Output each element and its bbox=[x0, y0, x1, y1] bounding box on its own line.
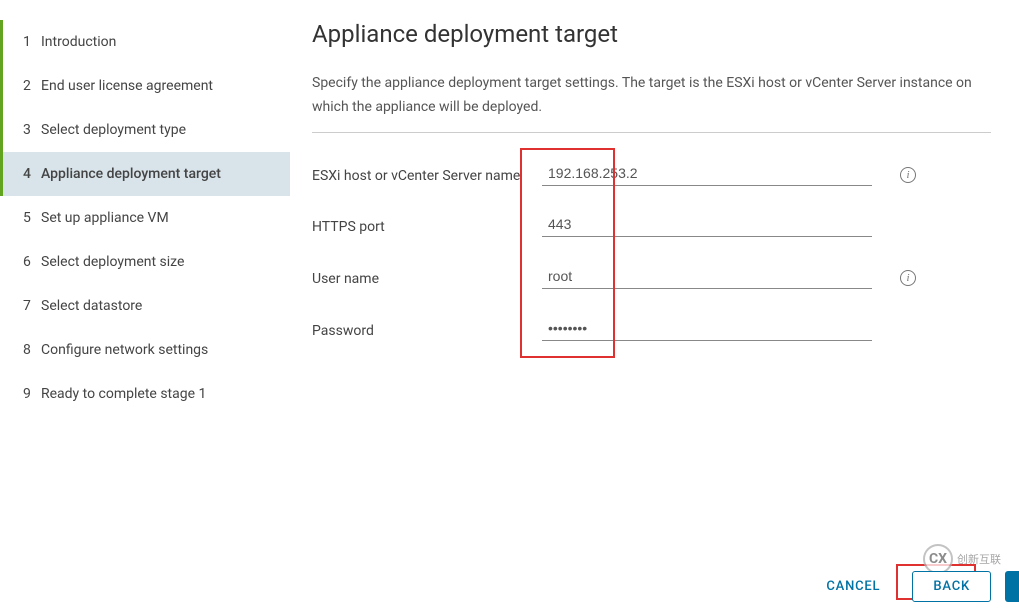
step-label: Ready to complete stage 1 bbox=[41, 386, 206, 402]
sidebar-item-deployment-size[interactable]: 6 Select deployment size bbox=[0, 240, 290, 284]
step-number: 1 bbox=[23, 34, 41, 50]
label-user: User name bbox=[312, 264, 542, 292]
step-label: Configure network settings bbox=[41, 342, 208, 358]
main-content: Appliance deployment target Specify the … bbox=[290, 0, 1019, 614]
step-number: 6 bbox=[23, 254, 41, 270]
info-icon[interactable]: i bbox=[900, 270, 916, 286]
next-button[interactable]: NEXT bbox=[1005, 571, 1019, 602]
footer-actions: CANCEL BACK NEXT bbox=[812, 571, 991, 602]
input-port[interactable] bbox=[542, 212, 872, 237]
step-number: 2 bbox=[23, 78, 41, 94]
sidebar-item-eula[interactable]: 2 End user license agreement bbox=[0, 64, 290, 108]
sidebar-item-datastore[interactable]: 7 Select datastore bbox=[0, 284, 290, 328]
form-row-host: ESXi host or vCenter Server name i bbox=[312, 161, 991, 189]
sidebar-item-introduction[interactable]: 1 Introduction bbox=[0, 20, 290, 64]
form-row-password: Password bbox=[312, 316, 991, 344]
step-label: Appliance deployment target bbox=[41, 166, 221, 182]
back-button[interactable]: BACK bbox=[912, 571, 991, 602]
step-number: 3 bbox=[23, 122, 41, 138]
form-row-user: User name i bbox=[312, 264, 991, 292]
step-label: Set up appliance VM bbox=[41, 210, 169, 226]
input-password[interactable] bbox=[542, 316, 872, 341]
step-number: 8 bbox=[23, 342, 41, 358]
step-number: 5 bbox=[23, 210, 41, 226]
step-label: Select deployment type bbox=[41, 122, 186, 138]
wizard-sidebar: 1 Introduction 2 End user license agreem… bbox=[0, 0, 290, 614]
input-user[interactable] bbox=[542, 264, 872, 289]
watermark-text: 创新互联 bbox=[957, 554, 1001, 565]
sidebar-item-appliance-vm[interactable]: 5 Set up appliance VM bbox=[0, 196, 290, 240]
sidebar-item-network-settings[interactable]: 8 Configure network settings bbox=[0, 328, 290, 372]
step-number: 4 bbox=[23, 166, 41, 182]
form-row-port: HTTPS port bbox=[312, 212, 991, 240]
sidebar-item-deployment-type[interactable]: 3 Select deployment type bbox=[0, 108, 290, 152]
watermark: CX 创新互联 bbox=[923, 544, 1001, 574]
step-label: Introduction bbox=[41, 34, 116, 50]
page-title: Appliance deployment target bbox=[312, 20, 991, 48]
step-label: Select deployment size bbox=[41, 254, 184, 270]
info-icon[interactable]: i bbox=[900, 167, 916, 183]
divider bbox=[312, 132, 991, 133]
sidebar-item-deployment-target[interactable]: 4 Appliance deployment target bbox=[0, 152, 290, 196]
sidebar-item-ready-complete[interactable]: 9 Ready to complete stage 1 bbox=[0, 372, 290, 416]
step-label: Select datastore bbox=[41, 298, 142, 314]
step-label: End user license agreement bbox=[41, 78, 213, 94]
step-number: 7 bbox=[23, 298, 41, 314]
step-number: 9 bbox=[23, 386, 41, 402]
input-host[interactable] bbox=[542, 161, 872, 186]
label-host: ESXi host or vCenter Server name bbox=[312, 161, 542, 189]
label-password: Password bbox=[312, 316, 542, 344]
cancel-button[interactable]: CANCEL bbox=[812, 571, 894, 602]
label-port: HTTPS port bbox=[312, 212, 542, 240]
page-subtitle: Specify the appliance deployment target … bbox=[312, 72, 991, 120]
watermark-logo: CX bbox=[923, 544, 953, 574]
